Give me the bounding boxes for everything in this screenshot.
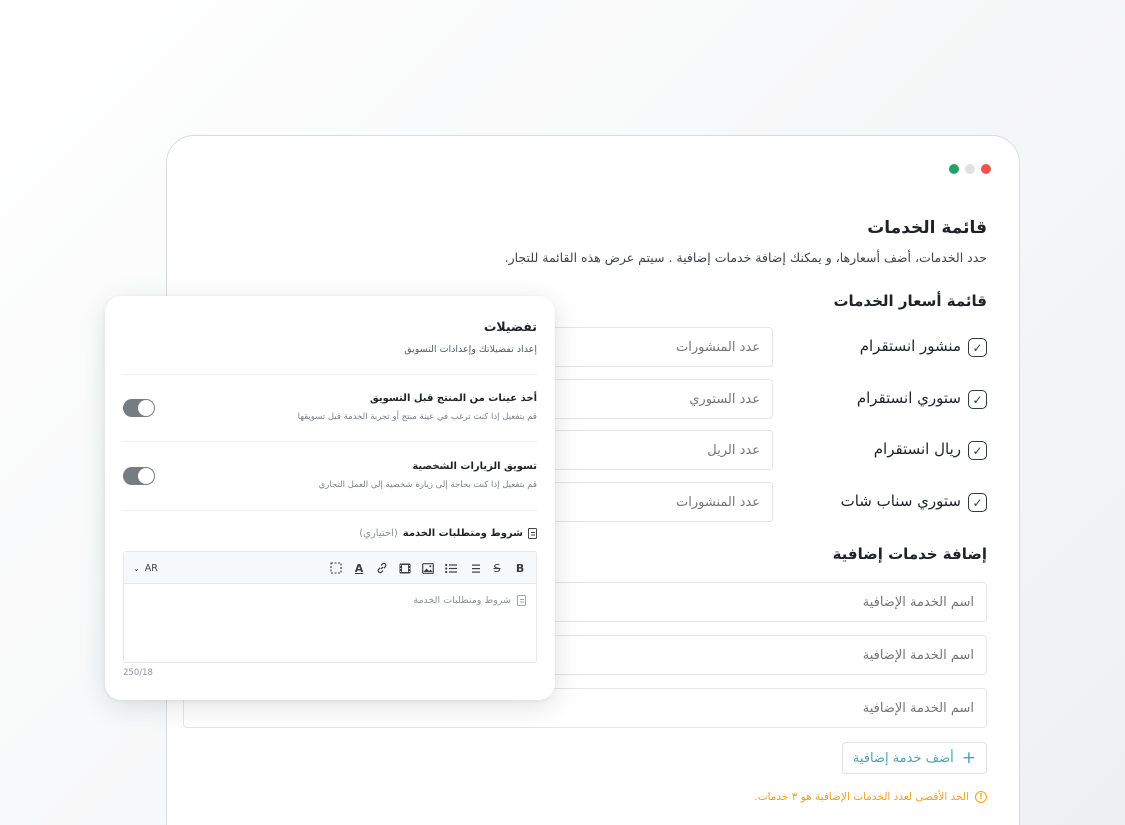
price-row-instagram-reel: ✓ ريال انستقرام (547, 430, 987, 470)
minimize-dot[interactable] (965, 164, 975, 174)
story-count-input[interactable] (547, 379, 773, 419)
addon-limit-text: الحد الأقصى لعدد الخدمات الإضافية هو ٣ خ… (754, 791, 969, 803)
maximize-dot[interactable] (949, 164, 959, 174)
warning-icon: ! (975, 791, 987, 803)
editor-placeholder: شروط ومتطلبات الخدمة (413, 595, 526, 606)
language-select[interactable]: ⌄ AR (133, 552, 158, 584)
plus-icon: + (961, 747, 976, 768)
addon-limit-note: ! الحد الأقصى لعدد الخدمات الإضافية هو ٣… (754, 791, 987, 803)
price-row-instagram-post: ✓ منشور انستقرام (547, 327, 987, 367)
product-sample-title: أخذ عينات من المنتج قبل التسويق (369, 393, 537, 404)
divider (123, 374, 537, 375)
price-row-snapchat-story: ✓ ستوري سناب شات (547, 482, 987, 522)
product-sample-description: قم بتفعيل إذا كنت ترغب في عينة منتج أو ت… (297, 412, 537, 422)
service-label: منشور انستقرام (859, 337, 961, 355)
toggle-knob (138, 400, 154, 416)
terms-editor[interactable]: B S 123 (123, 551, 537, 663)
check-icon[interactable]: ✓ (968, 390, 987, 409)
numbered-list-icon[interactable]: 123 (466, 560, 482, 576)
window-controls (949, 164, 991, 174)
document-icon (528, 528, 537, 539)
clear-format-icon[interactable] (328, 560, 344, 576)
check-icon[interactable]: ✓ (968, 493, 987, 512)
price-row-instagram-story: ✓ ستوري انستقرام (547, 379, 987, 419)
page-description: حدد الخدمات، أضف أسعارها، و يمكنك إضافة … (504, 250, 987, 265)
service-label: ريال انستقرام (873, 440, 961, 458)
toggle-knob (138, 468, 154, 484)
video-icon[interactable] (397, 560, 413, 576)
service-label: ستوري سناب شات (840, 492, 961, 510)
image-icon[interactable] (420, 560, 436, 576)
document-icon (517, 595, 526, 606)
language-value: AR (144, 562, 158, 574)
bold-icon[interactable]: B (512, 560, 528, 576)
chevron-down-icon: ⌄ (133, 563, 140, 573)
personal-visit-toggle[interactable] (123, 467, 155, 485)
optional-tag: (اختياري) (359, 528, 398, 539)
divider (123, 441, 537, 442)
page-title: قائمة الخدمات (867, 218, 987, 238)
add-addon-button[interactable]: + أضف خدمة إضافية (841, 742, 987, 774)
editor-toolbar: B S 123 (124, 552, 536, 584)
character-counter: 250/18 (123, 668, 153, 678)
text-color-icon[interactable]: A (351, 560, 367, 576)
bullet-list-icon[interactable] (443, 560, 459, 576)
addons-section-title: إضافة خدمات إضافية (832, 545, 987, 563)
close-dot[interactable] (981, 164, 991, 174)
terms-label: شروط ومتطلبات الخدمة (اختياري) (359, 528, 537, 539)
divider (123, 510, 537, 511)
preferences-subtitle: إعداد تفضيلاتك وإعدادات التسويق (404, 344, 537, 355)
editor-placeholder-text: شروط ومتطلبات الخدمة (413, 595, 511, 606)
terms-title: شروط ومتطلبات الخدمة (402, 528, 523, 539)
add-addon-label: أضف خدمة إضافية (852, 750, 954, 766)
service-label: ستوري انستقرام (856, 389, 961, 407)
check-icon[interactable]: ✓ (968, 441, 987, 460)
check-icon[interactable]: ✓ (968, 338, 987, 357)
format-tools: B S 123 (328, 552, 528, 584)
personal-visit-title: تسويق الزيارات الشخصية (412, 461, 537, 472)
personal-visit-description: قم بتفعيل إذا كنت بحاجة إلى زيارة شخصية … (318, 480, 537, 490)
post-count-input[interactable] (547, 327, 773, 367)
snapchat-count-input[interactable] (547, 482, 773, 522)
pricing-section-title: قائمة أسعار الخدمات (833, 292, 987, 310)
preferences-title: تفضيلات (483, 319, 537, 334)
preferences-card: تفضيلات إعداد تفضيلاتك وإعدادات التسويق … (105, 296, 555, 700)
link-icon[interactable] (374, 560, 390, 576)
strikethrough-icon[interactable]: S (489, 560, 505, 576)
product-sample-toggle[interactable] (123, 399, 155, 417)
reel-count-input[interactable] (547, 430, 773, 470)
